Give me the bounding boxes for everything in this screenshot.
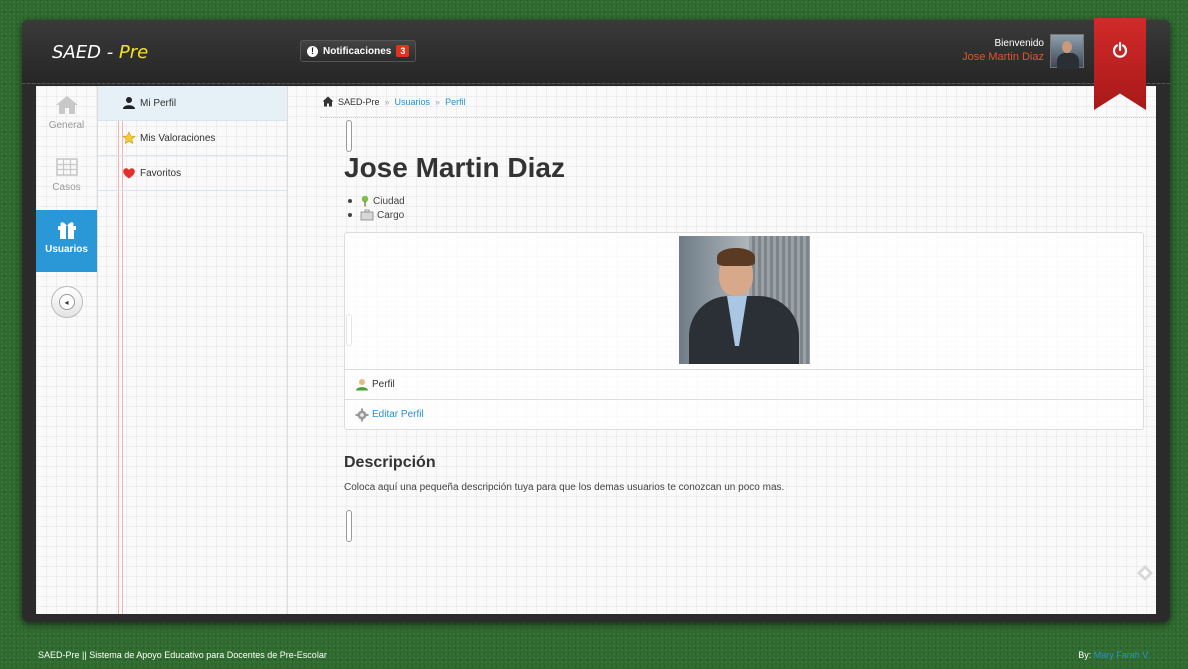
app-brand[interactable]: SAED - Pre — [52, 42, 148, 63]
submenu-item-favoritos[interactable]: Favoritos — [98, 156, 287, 191]
edit-profile-label: Editar Perfil — [372, 409, 424, 420]
user-icon — [123, 97, 135, 109]
edit-profile-link[interactable]: Editar Perfil — [345, 399, 1143, 429]
header-user-name[interactable]: Jose Martin Diaz — [962, 51, 1044, 63]
sidebar-item-casos[interactable]: Casos — [36, 148, 97, 210]
profile-photo — [679, 236, 810, 364]
sidebar-item-usuarios[interactable]: Usuarios — [36, 210, 97, 272]
profile-row[interactable]: Perfil — [345, 369, 1143, 399]
avatar[interactable] — [1050, 34, 1084, 69]
app-frame: SAED - Pre ! Notificaciones 3 Bienvenido… — [22, 18, 1170, 622]
sidebar-item-general[interactable]: General — [36, 86, 97, 148]
footer-by-label: By: — [1078, 649, 1094, 660]
welcome-label: Bienvenido — [994, 38, 1044, 49]
bullet — [348, 213, 352, 217]
content-area: General Casos Usuarios ◂ Mi Perfil Mis V… — [36, 86, 1156, 614]
notifications-label: Notificaciones — [323, 45, 392, 57]
submenu-item-label: Favoritos — [140, 167, 182, 179]
brand-name: SAED - — [52, 42, 119, 63]
footer: SAED-Pre || Sistema de Apoyo Educativo p… — [0, 640, 1188, 669]
description-text: Coloca aquí una pequeña descripción tuya… — [344, 482, 785, 493]
chevron-left-icon: ◂ — [58, 294, 75, 310]
settings-corner-icon[interactable] — [1136, 564, 1154, 582]
sidebar-item-label: Usuarios — [45, 244, 88, 255]
photo-hair — [717, 248, 755, 266]
gear-icon — [355, 408, 369, 421]
profile-card: Perfil Editar Perfil — [344, 232, 1144, 430]
submenu-item-mi-perfil[interactable]: Mi Perfil — [98, 86, 287, 121]
alert-icon: ! — [307, 45, 318, 57]
home-icon — [322, 96, 334, 107]
breadcrumb-separator: » — [384, 96, 390, 107]
breadcrumb-perfil[interactable]: Perfil — [445, 97, 466, 107]
user-green-icon — [356, 379, 368, 391]
gift-icon — [57, 222, 76, 239]
profile-info-list: Ciudad Cargo — [348, 194, 405, 222]
bullet — [348, 199, 352, 203]
profile-row-label: Perfil — [372, 379, 395, 390]
sub-menu: Mi Perfil Mis Valoraciones Favoritos — [98, 86, 352, 614]
power-icon — [1112, 42, 1128, 58]
star-icon — [122, 131, 136, 145]
collapse-sidebar-button[interactable]: ◂ — [50, 286, 83, 318]
notifications-button[interactable]: ! Notificaciones 3 — [300, 40, 417, 62]
breadcrumb-separator: » — [435, 96, 441, 107]
submenu-item-label: Mi Perfil — [140, 97, 177, 109]
page-title: Jose Martin Diaz — [344, 152, 565, 183]
breadcrumb-root[interactable]: SAED-Pre — [338, 97, 380, 107]
city-item: Ciudad — [348, 194, 405, 208]
job-label: Cargo — [377, 209, 405, 221]
sidebar-item-label: Casos — [52, 182, 81, 193]
footer-text: SAED-Pre || Sistema de Apoyo Educativo p… — [38, 649, 327, 660]
location-pin-icon — [361, 195, 369, 207]
footer-credit: By: Mary Farah V. — [1078, 650, 1150, 660]
brand-accent: Pre — [118, 42, 149, 63]
city-label: Ciudad — [373, 195, 405, 207]
home-icon — [55, 96, 78, 114]
footer-author-link[interactable]: Mary Farah V. — [1094, 650, 1150, 660]
briefcase-icon — [360, 209, 374, 221]
top-bar: SAED - Pre ! Notificaciones 3 Bienvenido… — [22, 20, 1170, 84]
submenu-item-mis-valoraciones[interactable]: Mis Valoraciones — [98, 121, 287, 156]
notifications-count-badge: 3 — [396, 45, 410, 57]
icon-sidebar: General Casos Usuarios ◂ — [36, 86, 98, 614]
job-item: Cargo — [348, 208, 405, 222]
sidebar-item-label: General — [48, 120, 85, 131]
welcome-block: Bienvenido Jose Martin Diaz — [962, 38, 1044, 63]
breadcrumb: SAED-Pre » Usuarios » Perfil — [320, 86, 1156, 118]
heart-icon — [123, 168, 135, 179]
submenu-item-label: Mis Valoraciones — [140, 132, 216, 144]
description-title: Descripción — [344, 454, 436, 471]
breadcrumb-usuarios[interactable]: Usuarios — [395, 97, 431, 107]
grid-icon — [55, 158, 78, 176]
main-panel: SAED-Pre » Usuarios » Perfil Jose Martin… — [320, 86, 1156, 614]
